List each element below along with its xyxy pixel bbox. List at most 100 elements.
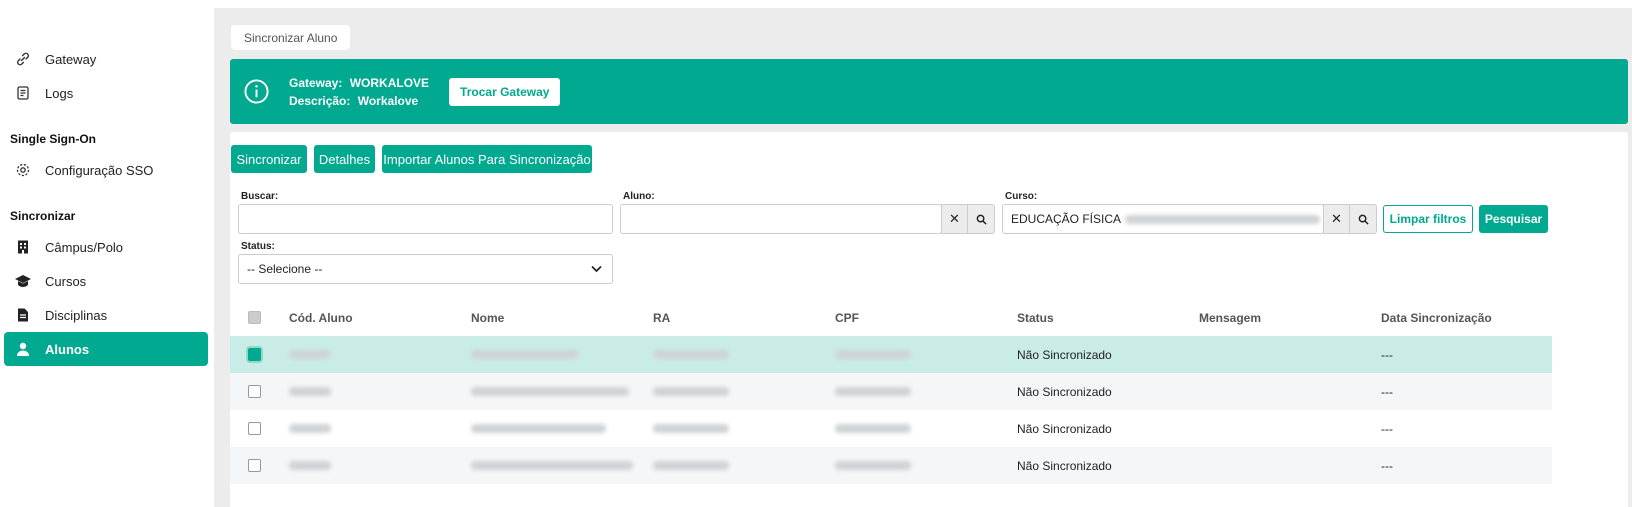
redacted-ra bbox=[653, 350, 729, 359]
redacted-ra bbox=[653, 424, 729, 433]
row-status: Não Sincronizado bbox=[1017, 384, 1112, 399]
sidebar: Gateway Logs Single Sign-On Configuração… bbox=[0, 0, 214, 507]
redacted-student-code bbox=[289, 350, 331, 359]
redacted-text bbox=[1125, 214, 1321, 224]
row-checkbox[interactable] bbox=[248, 385, 261, 398]
header-message: Mensagem bbox=[1199, 311, 1262, 325]
redacted-name bbox=[471, 461, 633, 470]
info-icon bbox=[244, 79, 269, 104]
redacted-cpf bbox=[835, 461, 911, 470]
student-label: Aluno: bbox=[623, 191, 655, 202]
row-sync-date: --- bbox=[1381, 384, 1393, 399]
redacted-cpf bbox=[835, 424, 911, 433]
row-sync-date: --- bbox=[1381, 458, 1393, 473]
row-sync-date: --- bbox=[1381, 421, 1393, 436]
redacted-student-code bbox=[289, 387, 331, 396]
student-search-button[interactable] bbox=[967, 204, 995, 234]
redacted-student-code bbox=[289, 461, 331, 470]
breadcrumb: Sincronizar Aluno bbox=[231, 25, 351, 50]
row-status: Não Sincronizado bbox=[1017, 421, 1112, 436]
course-input[interactable]: EDUCAÇÃO FÍSICA bbox=[1002, 204, 1324, 234]
close-icon: ✕ bbox=[949, 211, 960, 226]
redacted-student-code bbox=[289, 424, 331, 433]
redacted-ra bbox=[653, 387, 729, 396]
header-sync-date: Data Sincronização bbox=[1381, 311, 1492, 325]
status-label: Status: bbox=[241, 241, 275, 252]
student-input[interactable] bbox=[620, 204, 942, 234]
gateway-value: WORKALOVE bbox=[349, 75, 430, 90]
sidebar-item-sso-config[interactable]: Configuração SSO bbox=[4, 153, 208, 187]
details-button[interactable]: Detalhes bbox=[314, 145, 375, 173]
redacted-name bbox=[471, 350, 579, 359]
description-value: Workalove bbox=[357, 93, 419, 108]
header-status: Status bbox=[1017, 311, 1054, 325]
header-cpf: CPF bbox=[835, 311, 859, 325]
sidebar-item-gateway[interactable]: Gateway bbox=[4, 42, 208, 76]
sidebar-item-alunos[interactable]: Alunos bbox=[4, 332, 208, 366]
header-name: Nome bbox=[471, 311, 505, 325]
header-ra: RA bbox=[653, 311, 671, 325]
table-row[interactable]: Não Sincronizado --- bbox=[230, 447, 1552, 484]
sidebar-item-label: Cursos bbox=[45, 273, 87, 289]
redacted-cpf bbox=[835, 350, 911, 359]
table-row[interactable]: Não Sincronizado --- bbox=[230, 410, 1552, 447]
course-label: Curso: bbox=[1005, 191, 1038, 202]
search-label: Buscar: bbox=[241, 191, 279, 202]
import-students-button[interactable]: Importar Alunos Para Sincronização bbox=[382, 145, 592, 173]
search-input[interactable] bbox=[238, 204, 613, 234]
sidebar-item-label: Disciplinas bbox=[45, 307, 108, 323]
search-icon bbox=[1358, 214, 1369, 225]
redacted-name bbox=[471, 424, 606, 433]
gear-icon bbox=[14, 161, 32, 179]
table-row[interactable]: Não Sincronizado --- bbox=[230, 336, 1552, 373]
sync-card: Sincronizar Detalhes Importar Alunos Par… bbox=[230, 132, 1628, 507]
sidebar-item-cursos[interactable]: Cursos bbox=[4, 264, 208, 298]
gateway-key: Gateway: bbox=[289, 75, 343, 90]
row-checkbox[interactable] bbox=[248, 348, 261, 361]
redacted-ra bbox=[653, 461, 729, 470]
course-search-button[interactable] bbox=[1349, 204, 1377, 234]
sidebar-item-logs[interactable]: Logs bbox=[4, 76, 208, 110]
building-icon bbox=[14, 238, 32, 256]
gateway-banner: Gateway: WORKALOVE Descrição: Workalove … bbox=[230, 59, 1628, 124]
redacted-cpf bbox=[835, 387, 911, 396]
link-icon bbox=[14, 50, 32, 68]
sidebar-item-label: Alunos bbox=[45, 341, 90, 357]
swap-gateway-button[interactable]: Trocar Gateway bbox=[449, 77, 561, 106]
search-button[interactable]: Pesquisar bbox=[1479, 205, 1548, 233]
status-selected-value: -- Selecione -- bbox=[247, 262, 323, 276]
sidebar-item-campus[interactable]: Câmpus/Polo bbox=[4, 230, 208, 264]
row-checkbox[interactable] bbox=[248, 459, 261, 472]
chevron-down-icon bbox=[591, 265, 602, 273]
sidebar-item-label: Configuração SSO bbox=[45, 162, 154, 178]
scroll-icon bbox=[14, 84, 32, 102]
select-all-checkbox[interactable] bbox=[248, 311, 261, 324]
section-title-sso: Single Sign-On bbox=[10, 132, 96, 146]
description-key: Descrição: bbox=[289, 93, 351, 108]
sidebar-item-label: Câmpus/Polo bbox=[45, 239, 124, 255]
header-student-code: Cód. Aluno bbox=[289, 311, 353, 325]
redacted-name bbox=[471, 387, 629, 396]
file-icon bbox=[14, 306, 32, 324]
status-select[interactable]: -- Selecione -- bbox=[238, 254, 613, 284]
row-status: Não Sincronizado bbox=[1017, 458, 1112, 473]
search-icon bbox=[976, 214, 987, 225]
sync-button[interactable]: Sincronizar bbox=[231, 145, 307, 173]
gateway-info: Gateway: WORKALOVE Descrição: Workalove bbox=[289, 74, 429, 110]
row-sync-date: --- bbox=[1381, 347, 1393, 362]
graduation-cap-icon bbox=[14, 272, 32, 290]
course-clear-button[interactable]: ✕ bbox=[1323, 204, 1350, 234]
close-icon: ✕ bbox=[1331, 211, 1342, 226]
course-value: EDUCAÇÃO FÍSICA bbox=[1011, 212, 1122, 226]
table-row[interactable]: Não Sincronizado --- bbox=[230, 373, 1552, 410]
main-content: Sincronizar Aluno Gateway: WORKALOVE Des… bbox=[214, 8, 1632, 507]
sidebar-item-label: Gateway bbox=[45, 51, 97, 67]
section-title-sync: Sincronizar bbox=[10, 209, 76, 223]
sidebar-item-disciplinas[interactable]: Disciplinas bbox=[4, 298, 208, 332]
user-icon bbox=[14, 340, 32, 358]
row-checkbox[interactable] bbox=[248, 422, 261, 435]
sidebar-item-label: Logs bbox=[45, 85, 74, 101]
clear-filters-button[interactable]: Limpar filtros bbox=[1383, 205, 1473, 233]
student-clear-button[interactable]: ✕ bbox=[941, 204, 968, 234]
row-status: Não Sincronizado bbox=[1017, 347, 1112, 362]
